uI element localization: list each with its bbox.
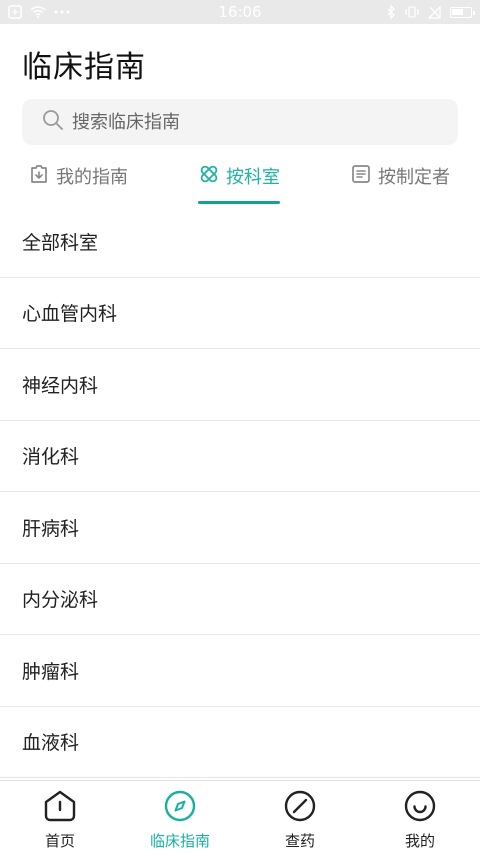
document-icon: [350, 163, 372, 190]
nav-label: 临床指南: [149, 832, 210, 850]
nav-label: 查药: [284, 832, 315, 850]
tab-label: 我的指南: [56, 167, 128, 188]
tab-label: 按科室: [226, 167, 280, 188]
status-time: 16:06: [218, 3, 262, 21]
folder-icon: [28, 163, 50, 190]
list-item[interactable]: 全部科室: [0, 206, 480, 278]
nav-clinical-guides[interactable]: 临床指南: [120, 781, 240, 853]
bandage-icon: [198, 163, 220, 190]
nav-label: 首页: [44, 832, 75, 850]
battery-icon: [450, 6, 475, 18]
list-item[interactable]: 肝病科: [0, 492, 480, 564]
search-box[interactable]: [22, 99, 458, 145]
list-item[interactable]: 血液科: [0, 707, 480, 778]
tab-by-department[interactable]: 按科室: [198, 156, 280, 204]
list-item[interactable]: 消化科: [0, 421, 480, 492]
bottom-nav: 首页 临床指南 查药 我的: [0, 780, 480, 853]
nav-drug-search[interactable]: 查药: [240, 781, 360, 853]
tab-my-guides[interactable]: 我的指南: [28, 156, 128, 196]
tab-label: 按制定者: [378, 167, 450, 188]
search-icon: [42, 109, 64, 135]
pill-icon: [283, 789, 317, 830]
list-item[interactable]: 肿瘤科: [0, 635, 480, 707]
search-input[interactable]: [72, 111, 432, 133]
status-bar: 16:06: [0, 0, 480, 24]
nav-label: 我的: [404, 832, 435, 850]
compass-icon: [163, 789, 197, 830]
list-item[interactable]: 内分泌科: [0, 564, 480, 635]
list-item[interactable]: 心血管内科: [0, 278, 480, 349]
list-item[interactable]: 神经内科: [0, 349, 480, 421]
nav-profile[interactable]: 我的: [360, 781, 480, 853]
tab-by-author[interactable]: 按制定者: [350, 156, 450, 196]
page-title: 临床指南: [22, 50, 146, 85]
nav-home[interactable]: 首页: [0, 781, 120, 853]
department-list: 全部科室 心血管内科 神经内科 消化科 肝病科 内分泌科 肿瘤科 血液科: [0, 206, 480, 778]
smile-icon: [403, 789, 437, 830]
tab-bar: 我的指南 按科室 按制定者: [0, 156, 480, 208]
home-icon: [43, 789, 77, 830]
